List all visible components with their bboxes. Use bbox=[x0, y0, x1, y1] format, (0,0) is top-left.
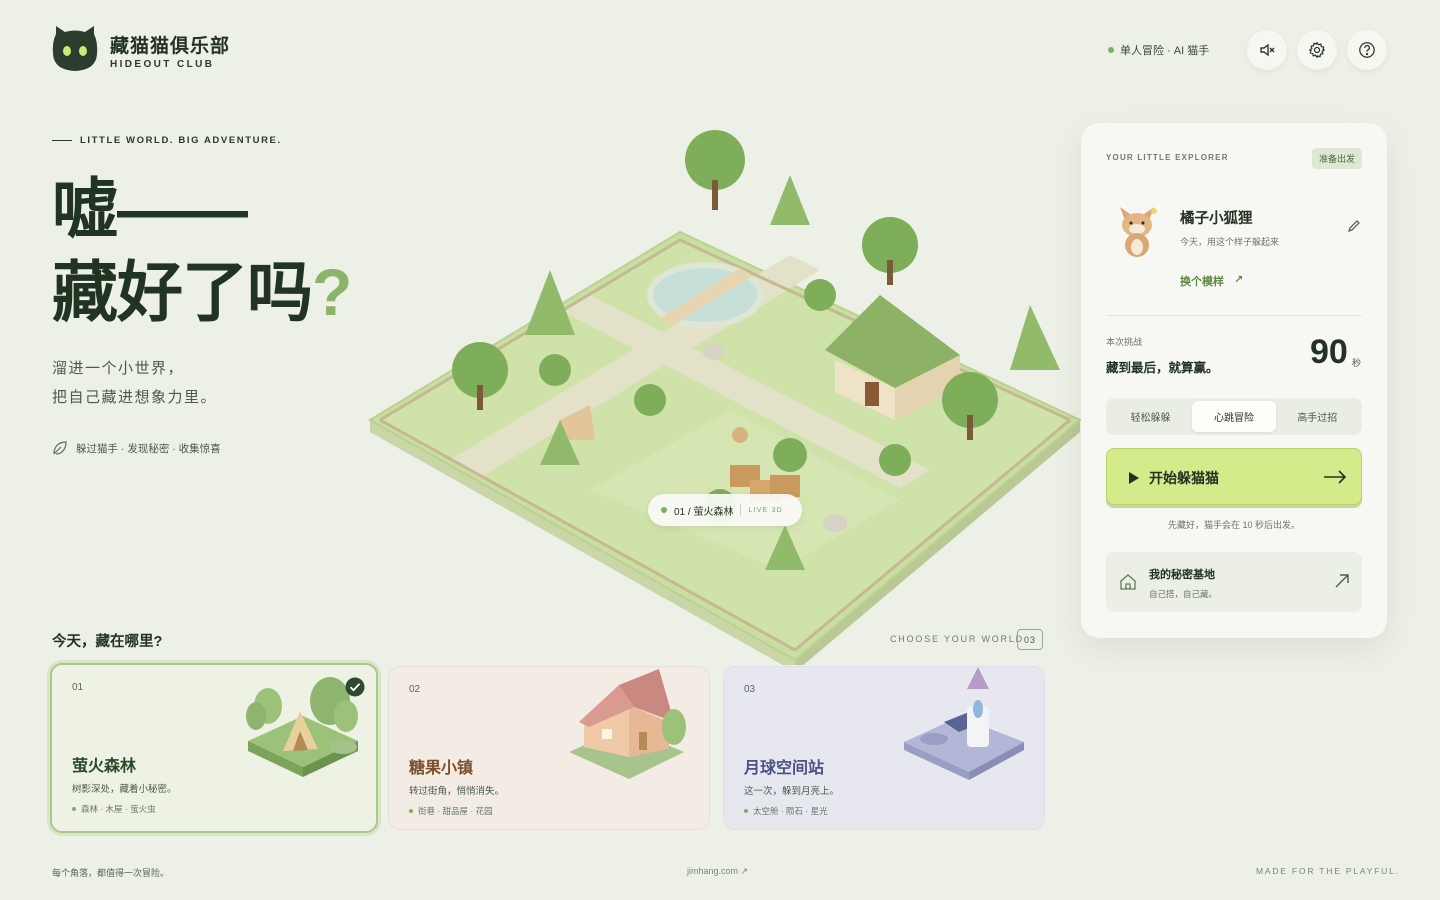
selected-check-icon bbox=[345, 677, 365, 697]
settings-button[interactable] bbox=[1297, 30, 1337, 70]
help-icon bbox=[1359, 42, 1375, 58]
card-title: 萤火森林 bbox=[72, 758, 137, 775]
difficulty-easy[interactable]: 轻松躲躲 bbox=[1109, 401, 1192, 432]
brand-subtitle: HIDEOUT CLUB bbox=[110, 59, 215, 70]
difficulty-hard[interactable]: 高手过招 bbox=[1276, 401, 1359, 432]
card-tags: 街巷 · 甜品屋 · 花园 bbox=[409, 805, 493, 817]
hero-question-mark: ? bbox=[312, 255, 352, 329]
mode-text: 单人冒险 · AI 猫手 bbox=[1120, 45, 1210, 57]
arrow-up-right-icon bbox=[1335, 574, 1349, 588]
feature-list: 躲过猫手 · 发现秘密 · 收集惊喜 bbox=[52, 440, 221, 456]
edit-pencil-icon[interactable] bbox=[1347, 219, 1361, 233]
status-dot bbox=[1108, 47, 1114, 53]
world-card-moon-station[interactable]: 03 月球空间站 这一次，躲到月亮上。 太空舱 · 陨石 · 星光 bbox=[723, 666, 1045, 830]
footer-link[interactable]: jimhang.com ↗ bbox=[687, 866, 748, 877]
leaf-icon bbox=[53, 441, 67, 455]
help-button[interactable] bbox=[1347, 30, 1387, 70]
live-dot bbox=[661, 507, 667, 513]
brand-title: 藏猫猫俱乐部 bbox=[110, 36, 231, 57]
fox-avatar bbox=[1120, 207, 1157, 257]
chip-live: LIVE 3D bbox=[748, 506, 783, 514]
arrow-up-right-icon: ↗ bbox=[1234, 274, 1244, 286]
hero-line-2: 藏好了吗? bbox=[52, 252, 352, 332]
world-card-candy-town[interactable]: 02 糖果小镇 转过街角，悄悄消失。 街巷 · 甜品屋 · 花园 bbox=[388, 666, 710, 830]
base-title: 我的秘密基地 bbox=[1149, 569, 1215, 581]
hero-line-1: 嘘—— bbox=[52, 172, 248, 246]
moon-station-illustration bbox=[904, 667, 1024, 780]
panel-label: YOUR LITTLE EXPLORER bbox=[1106, 153, 1229, 162]
arrow-right-icon bbox=[1324, 470, 1347, 484]
card-tags: 太空舱 · 陨石 · 星光 bbox=[744, 805, 828, 817]
world-map[interactable] bbox=[360, 120, 1090, 665]
character-name: 橘子小狐狸 bbox=[1180, 211, 1253, 227]
card-tags: 森林 · 木屋 · 萤火虫 bbox=[72, 803, 156, 815]
card-title: 月球空间站 bbox=[744, 760, 825, 777]
footer-right: MADE FOR THE PLAYFUL. bbox=[1256, 866, 1400, 876]
card-desc: 这一次，躲到月亮上。 bbox=[744, 786, 840, 797]
feature-text: 躲过猫手 · 发现秘密 · 收集惊喜 bbox=[76, 442, 221, 455]
cat-logo-icon bbox=[52, 26, 98, 71]
card-title: 糖果小镇 bbox=[409, 760, 474, 777]
settings-icon bbox=[1308, 41, 1326, 59]
footer-left: 每个角落，都值得一次冒险。 bbox=[52, 868, 170, 878]
character-desc: 今天，用这个样子躲起来 bbox=[1180, 237, 1280, 247]
card-desc: 转过街角，悄悄消失。 bbox=[409, 786, 505, 797]
hero-line-2-text: 藏好了吗 bbox=[52, 255, 313, 329]
status-badge: 准备出发 bbox=[1312, 148, 1362, 169]
home-icon bbox=[1120, 574, 1136, 590]
timer-value: 90 bbox=[1310, 333, 1348, 371]
card-number: 03 bbox=[744, 684, 756, 695]
tagline: LITTLE WORLD. BIG ADVENTURE. bbox=[52, 135, 282, 146]
hero-sub-1: 溜进一个小世界， bbox=[52, 360, 185, 377]
world-card-forest[interactable]: 01 萤火森林 树影深处，藏着小秘密。 森林 · 木屋 · 萤火虫 bbox=[50, 663, 378, 833]
change-look-link[interactable]: 换个模样 ↗ bbox=[1180, 273, 1243, 289]
play-icon bbox=[1129, 472, 1139, 484]
challenge-text: 藏到最后，就算赢。 bbox=[1106, 361, 1219, 375]
base-subtitle: 自己搭，自己藏。 bbox=[1149, 589, 1218, 599]
chip-label: 01 / 萤火森林 bbox=[674, 506, 734, 518]
game-mode-label: 单人冒险 · AI 猫手 bbox=[1108, 42, 1209, 58]
difficulty-medium[interactable]: 心跳冒险 bbox=[1192, 401, 1276, 432]
hero-sub-2: 把自己藏进想象力里。 bbox=[52, 389, 218, 406]
challenge-label: 本次挑战 bbox=[1106, 337, 1143, 347]
player-cat bbox=[732, 427, 748, 443]
card-tags-text: 太空舱 · 陨石 · 星光 bbox=[753, 806, 828, 816]
card-number: 01 bbox=[72, 682, 84, 693]
timer-unit: 秒 bbox=[1352, 358, 1362, 368]
secret-base-button[interactable]: 我的秘密基地 自己搭，自己藏。 bbox=[1106, 552, 1362, 612]
world-count: 03 bbox=[1017, 629, 1043, 650]
card-tags-text: 森林 · 木屋 · 萤火虫 bbox=[81, 804, 156, 814]
tagline-text: LITTLE WORLD. BIG ADVENTURE. bbox=[80, 135, 282, 146]
current-world-chip: 01 / 萤火森林 LIVE 3D bbox=[648, 494, 802, 526]
choose-world-label: CHOOSE YOUR WORLD bbox=[890, 634, 1024, 644]
world-question: 今天，藏在哪里? bbox=[52, 634, 163, 650]
start-note: 先藏好，猫手会在 10 秒后出发。 bbox=[1167, 520, 1300, 530]
mute-button[interactable] bbox=[1247, 30, 1287, 70]
start-game-button[interactable]: 开始躲猫猫 bbox=[1106, 448, 1362, 505]
explorer-panel: YOUR LITTLE EXPLORER 准备出发 橘子小狐狸 今天，用这个样子… bbox=[1081, 123, 1387, 638]
card-desc: 树影深处，藏着小秘密。 bbox=[72, 784, 177, 795]
card-tags-text: 街巷 · 甜品屋 · 花园 bbox=[418, 806, 493, 816]
candy-town-illustration bbox=[569, 669, 686, 779]
card-number: 02 bbox=[409, 684, 421, 695]
start-label: 开始躲猫猫 bbox=[1149, 470, 1219, 486]
change-look-text: 换个模样 bbox=[1180, 276, 1224, 288]
mute-icon bbox=[1260, 43, 1275, 57]
difficulty-selector: 轻松躲躲 心跳冒险 高手过招 bbox=[1106, 398, 1362, 435]
